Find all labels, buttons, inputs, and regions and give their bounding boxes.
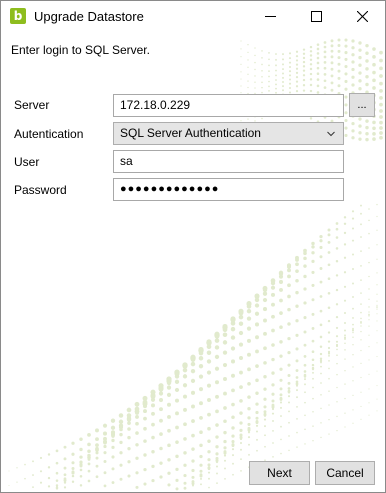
title-bar[interactable]: b Upgrade Datastore <box>1 1 385 32</box>
intro-text: Enter login to SQL Server. <box>11 43 150 57</box>
user-label: User <box>14 155 40 169</box>
wave-background-graphic <box>8 38 383 491</box>
password-label: Password <box>14 183 67 197</box>
authentication-select[interactable]: SQL Server Authentication <box>113 122 344 145</box>
app-logo-glyph: b <box>13 9 23 23</box>
password-input[interactable]: ●●●●●●●●●●●●● <box>113 178 344 201</box>
maximize-icon <box>310 11 322 22</box>
browse-server-button[interactable]: ... <box>349 93 375 117</box>
server-label: Server <box>14 98 50 112</box>
chevron-down-icon <box>327 131 335 137</box>
server-input[interactable]: 172.18.0.229 <box>113 94 344 117</box>
authentication-select-value: SQL Server Authentication <box>120 126 261 140</box>
minimize-button[interactable] <box>247 1 293 32</box>
minimize-icon <box>264 16 276 17</box>
user-input[interactable]: sa <box>113 150 344 173</box>
app-logo-icon: b <box>10 8 26 24</box>
cancel-button[interactable]: Cancel <box>315 461 375 485</box>
maximize-button[interactable] <box>293 1 339 32</box>
dialog-window: b Upgrade Datastore Enter login to SQL S… <box>0 0 386 493</box>
next-button[interactable]: Next <box>249 461 310 485</box>
close-button[interactable] <box>339 1 385 32</box>
close-icon <box>356 11 368 22</box>
authentication-label: Autentication <box>14 127 84 141</box>
window-title: Upgrade Datastore <box>34 9 144 24</box>
